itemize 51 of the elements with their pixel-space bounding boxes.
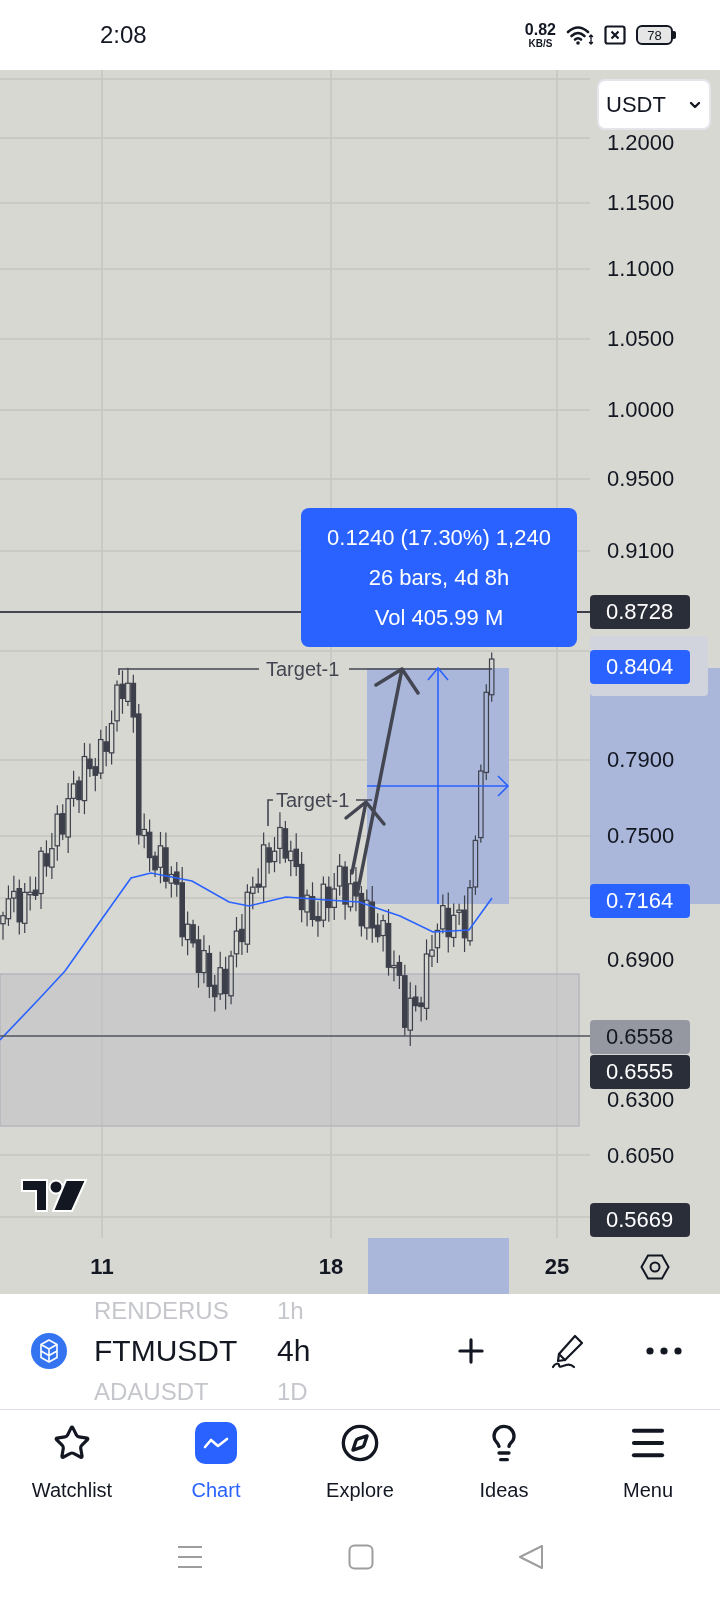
token-logo-icon bbox=[31, 1333, 67, 1369]
target-label: Target-1 bbox=[266, 659, 340, 679]
logo-icon bbox=[20, 1178, 88, 1213]
line-chart-icon bbox=[195, 1422, 237, 1464]
price-tag: 0.6558 bbox=[590, 1020, 690, 1054]
price-axis-label: 0.7900 bbox=[607, 747, 675, 773]
network-speed-value: 0.82 bbox=[524, 21, 556, 38]
wifi-icon bbox=[566, 24, 594, 46]
date-axis-label: 11 bbox=[89, 1254, 115, 1280]
price-axis-label: 0.9100 bbox=[607, 538, 675, 564]
recents-icon[interactable] bbox=[176, 1544, 204, 1570]
symbol-interval[interactable]: 4h bbox=[277, 1336, 311, 1366]
nav-tab[interactable]: Ideas bbox=[432, 1410, 576, 1520]
nav-tab[interactable]: Chart bbox=[144, 1410, 288, 1520]
price-axis-label: 1.0500 bbox=[607, 326, 675, 352]
price-axis-label: 1.0000 bbox=[607, 397, 675, 423]
measurement-text: 26 bars, 4d 8h bbox=[368, 563, 510, 592]
price-axis-label: 1.2000 bbox=[607, 130, 675, 156]
home-icon[interactable] bbox=[348, 1544, 374, 1570]
more-icon[interactable] bbox=[646, 1347, 682, 1355]
network-speed-unit: KB/S bbox=[528, 37, 553, 49]
date-axis-label: 25 bbox=[543, 1254, 571, 1280]
price-axis-label: 0.6050 bbox=[607, 1143, 675, 1169]
crossed-box-icon bbox=[604, 25, 626, 45]
status-time: 2:08 bbox=[100, 23, 147, 47]
price-axis-label: 0.6300 bbox=[607, 1087, 675, 1113]
compass-icon bbox=[339, 1422, 381, 1464]
price-tag: 0.6555 bbox=[590, 1055, 690, 1089]
battery-indicator: 78 bbox=[636, 25, 676, 45]
price-tag: 0.5669 bbox=[590, 1203, 690, 1237]
nav-tab[interactable]: Watchlist bbox=[0, 1410, 144, 1520]
pen-icon[interactable] bbox=[550, 1333, 586, 1369]
settings-icon[interactable] bbox=[640, 1252, 670, 1282]
price-axis-label: 0.7500 bbox=[607, 823, 675, 849]
back-icon[interactable] bbox=[518, 1544, 544, 1570]
target-label: Target-1 bbox=[276, 790, 350, 810]
measurement-text: Vol 405.99 M bbox=[374, 603, 504, 632]
nav-tab[interactable]: Explore bbox=[288, 1410, 432, 1520]
nav-tab[interactable]: Menu bbox=[576, 1410, 720, 1520]
price-tag: 0.8728 bbox=[590, 595, 690, 629]
price-tag: 0.8404 bbox=[590, 650, 690, 684]
measurement-text: 0.1240 (17.30%) 1,240 bbox=[327, 523, 551, 552]
price-axis-label: 0.6900 bbox=[607, 947, 675, 973]
price-axis-label: 0.9500 bbox=[607, 466, 675, 492]
horizontal-price-line bbox=[576, 611, 591, 613]
price-axis-label: 1.1500 bbox=[607, 190, 675, 216]
price-axis-label: 1.1000 bbox=[607, 256, 675, 282]
symbol-name[interactable]: FTMUSDT bbox=[94, 1336, 277, 1366]
currency-select[interactable]: USDT bbox=[597, 79, 711, 130]
date-axis-label: 18 bbox=[317, 1254, 345, 1280]
price-tag: 0.7164 bbox=[590, 884, 690, 918]
